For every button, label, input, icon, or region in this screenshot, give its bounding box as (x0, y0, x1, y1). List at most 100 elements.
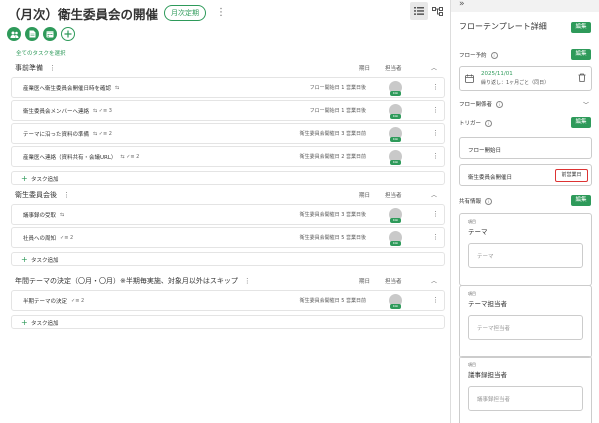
edit-trigger-button[interactable]: 編集 (571, 117, 591, 128)
add-task-button[interactable]: + タスク追加 (11, 171, 445, 185)
calendar-button[interactable] (43, 27, 57, 41)
task-row[interactable]: 社員への周知 ✓≡ 2 衛生委員会開催日 5 営業日後 Kiki ⋮ (11, 227, 445, 248)
edit-detail-button[interactable]: 編集 (571, 22, 591, 33)
field-input[interactable]: テーマ (468, 243, 583, 268)
view-toggle (410, 2, 446, 20)
assignee-avatar[interactable]: Kiki (389, 104, 402, 119)
add-task-button[interactable]: + タスク追加 (11, 252, 445, 266)
assignee-avatar[interactable]: Kiki (389, 127, 402, 142)
schedule-label: フロー予約 i (459, 51, 498, 59)
schedule-date: 2025/11/01 (481, 71, 513, 77)
list-view-button[interactable] (410, 2, 428, 20)
task-more-icon[interactable]: ⋮ (432, 233, 439, 241)
add-button[interactable] (61, 27, 75, 41)
info-icon[interactable]: i (485, 119, 493, 127)
task-meta-icons: ⇆ ✓≡ 2 (93, 131, 112, 137)
task-more-icon[interactable]: ⋮ (432, 296, 439, 304)
task-name: 社員への周知 (23, 236, 57, 242)
title-more-icon[interactable]: ⋮ (216, 8, 226, 18)
task-meta-icons: ✓≡ 2 (60, 235, 74, 241)
info-icon[interactable]: i (490, 51, 498, 59)
section-more-icon[interactable]: ⋮ (63, 191, 70, 199)
trigger-text: 衛生委員会開催日 (468, 175, 513, 181)
calendar-icon (46, 31, 54, 38)
trash-icon[interactable] (578, 73, 586, 82)
field-name: テーマ (468, 228, 488, 236)
section-after-meeting: 衛生委員会後 ⋮ 期日 担当者 ︿ 議事録の受取 ⇆ 衛生委員会開催日 3 営業日後… (11, 188, 445, 266)
task-row[interactable]: 半期テーマの決定 ✓≡ 2 衛生委員会開催日 5 営業日前 Kiki ⋮ (11, 290, 445, 311)
task-name: 議事録の受取 (23, 213, 57, 219)
plus-icon: + (21, 318, 28, 327)
flow-view-button[interactable] (428, 2, 446, 20)
schedule-card[interactable]: 2025/11/01 繰り返し：1ヶ月ごと（同日） (459, 66, 592, 91)
plus-icon (64, 30, 72, 38)
task-more-icon[interactable]: ⋮ (432, 210, 439, 218)
shared-field-theme: 項目 テーマ テーマ (459, 213, 592, 286)
select-all-link[interactable]: 全てのタスクを選択 (16, 49, 66, 57)
task-due: フロー開始日 1 営業日後 (309, 85, 366, 91)
edit-shared-button[interactable]: 編集 (571, 195, 591, 206)
task-name: 産業医へ衛生委員会開催日時を確認 (23, 86, 112, 92)
task-due: 衛生委員会開催日 3 営業日前 (299, 131, 366, 137)
section-title: 事前準備 ⋮ (15, 64, 56, 72)
page-title: （月次）衛生委員会の開催 (8, 6, 159, 22)
assignee-avatar[interactable]: Kiki (389, 81, 402, 96)
template-detail-panel: » フローテンプレート詳細 編集 フロー予約 i 編集 2025/11/01 繰り… (450, 0, 599, 423)
task-meta-icons: ⇆ ✓≡ 3 (93, 108, 112, 114)
assignee-avatar[interactable]: Kiki (389, 208, 402, 223)
section-more-icon[interactable]: ⋮ (244, 277, 251, 285)
collapse-caret-icon[interactable]: ︿ (431, 276, 437, 285)
shared-field-theme-owner: 項目 テーマ担当者 テーマ担当者 (459, 285, 592, 358)
task-meta-icons: ✓≡ 2 (71, 298, 85, 304)
info-icon[interactable]: i (496, 100, 504, 108)
section-annual-theme: 年間テーマの決定（〇月・〇月）※半期毎実施、対象月以外はスキップ ⋮ 期日 担当者… (11, 274, 445, 329)
assignee-avatar[interactable]: Kiki (389, 294, 402, 309)
field-input[interactable]: 議事録担当者 (468, 386, 583, 411)
field-input[interactable]: テーマ担当者 (468, 315, 583, 340)
chevron-down-icon[interactable]: ﹀ (583, 100, 589, 109)
add-task-button[interactable]: + タスク追加 (11, 315, 445, 329)
section-title: 年間テーマの決定（〇月・〇月）※半期毎実施、対象月以外はスキップ ⋮ (15, 277, 251, 285)
task-name: 産業医へ連絡（資料共有・会議URL） (23, 155, 117, 161)
task-more-icon[interactable]: ⋮ (432, 129, 439, 137)
assignee-avatar[interactable]: Kiki (389, 150, 402, 165)
task-more-icon[interactable]: ⋮ (432, 152, 439, 160)
assignee-avatar[interactable]: Kiki (389, 231, 402, 246)
action-buttons (7, 27, 75, 41)
task-meta-icons: ⇆ (115, 85, 120, 91)
field-type: 項目 (468, 291, 476, 296)
collapse-caret-icon[interactable]: ︿ (431, 63, 437, 72)
task-row[interactable]: 議事録の受取 ⇆ 衛生委員会開催日 3 営業日後 Kiki ⋮ (11, 204, 445, 225)
task-row[interactable]: 産業医へ連絡（資料共有・会議URL） ⇆ ✓≡ 2 衛生委員会開催日 2 営業日前… (11, 146, 445, 167)
document-button[interactable] (25, 27, 39, 41)
title-bar: （月次）衛生委員会の開催 月次定期 ⋮ (8, 4, 226, 22)
trigger-item: 衛生委員会開催日 前営業日 (459, 164, 592, 186)
col-due-header: 期日 (359, 193, 371, 199)
avatar-tag: Kiki (390, 160, 401, 165)
task-due: 衛生委員会開催日 5 営業日前 (299, 298, 366, 304)
add-task-label: タスク追加 (31, 177, 59, 183)
task-row[interactable]: 衛生委員会メンバーへ連絡 ⇆ ✓≡ 3 フロー開始日 1 営業日後 Kiki ⋮ (11, 100, 445, 121)
panel-title: フローテンプレート詳細 (459, 22, 547, 31)
task-list-area: （月次）衛生委員会の開催 月次定期 ⋮ 全てのタスクを選択 事前準備 ⋮ 期日 … (0, 0, 450, 423)
task-more-icon[interactable]: ⋮ (432, 83, 439, 91)
task-row[interactable]: 産業医へ衛生委員会開催日時を確認 ⇆ フロー開始日 1 営業日後 Kiki ⋮ (11, 77, 445, 98)
calendar-icon (465, 74, 474, 83)
edit-schedule-button[interactable]: 編集 (571, 49, 591, 60)
plus-icon: + (21, 174, 28, 183)
collapse-caret-icon[interactable]: ︿ (431, 190, 437, 199)
section-header: 年間テーマの決定（〇月・〇月）※半期毎実施、対象月以外はスキップ ⋮ 期日 担当者… (11, 274, 445, 288)
schedule-repeat: 繰り返し：1ヶ月ごと（同日） (481, 80, 550, 86)
section-header: 衛生委員会後 ⋮ 期日 担当者 ︿ (11, 188, 445, 202)
list-icon (414, 7, 424, 15)
flowchart-icon (431, 6, 443, 16)
info-icon[interactable]: i (485, 197, 493, 205)
section-more-icon[interactable]: ⋮ (49, 64, 56, 72)
members-button[interactable] (7, 27, 21, 41)
collapse-panel-icon[interactable]: » (459, 0, 465, 9)
task-row[interactable]: テーマに沿った資料の準備 ⇆ ✓≡ 2 衛生委員会開催日 3 営業日前 Kiki … (11, 123, 445, 144)
related-label: フロー関係者 i (459, 100, 504, 108)
col-assignee-header: 担当者 (385, 193, 402, 199)
previous-business-day-button[interactable]: 前営業日 (555, 169, 588, 182)
task-more-icon[interactable]: ⋮ (432, 106, 439, 114)
